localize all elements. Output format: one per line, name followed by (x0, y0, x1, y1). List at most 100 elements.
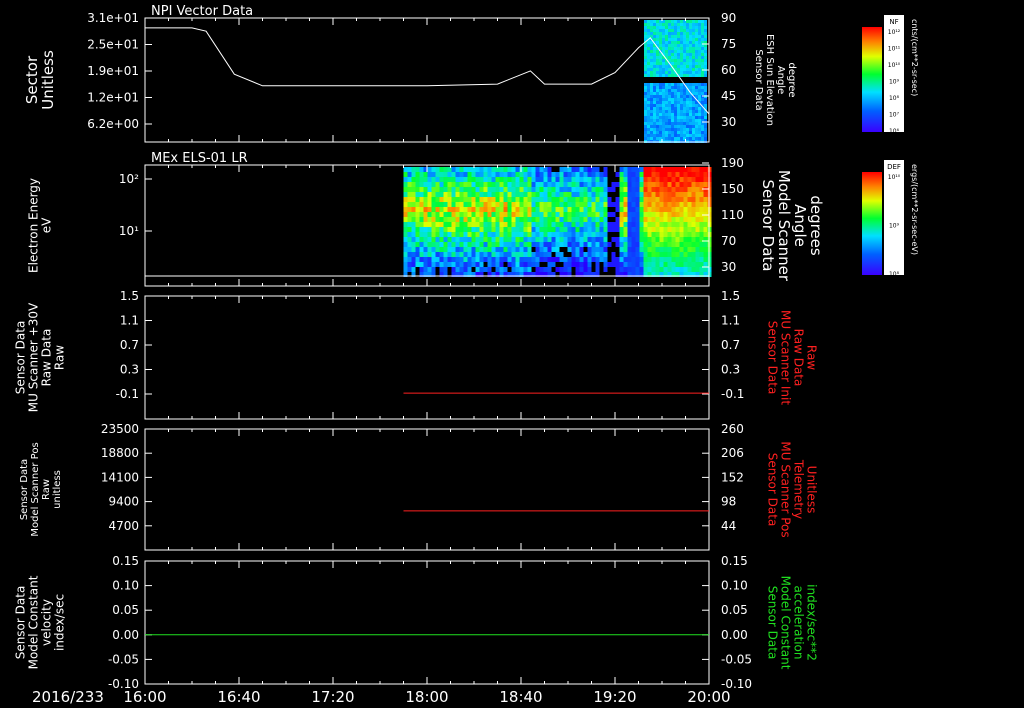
spectrogram-cell (471, 177, 476, 182)
spectrogram-cell (467, 212, 472, 217)
inset-cell (653, 50, 656, 53)
spectrogram-cell (671, 177, 676, 182)
spectrogram-cell (671, 182, 676, 187)
spectrogram-cell (471, 207, 476, 212)
inset-cell (662, 101, 665, 104)
inset-cell (695, 74, 698, 77)
spectrogram-cell (687, 257, 692, 262)
spectrogram-cell (683, 172, 688, 177)
inset-cell (671, 122, 674, 125)
spectrogram-cell (619, 227, 624, 232)
spectrogram-cell (699, 177, 704, 182)
spectrogram-cell (427, 202, 432, 207)
inset-cell (686, 50, 689, 53)
inset-cell (674, 125, 677, 128)
spectrogram-cell (663, 227, 668, 232)
inset-cell (656, 74, 659, 77)
inset-cell (695, 35, 698, 38)
spectrogram-cell (575, 212, 580, 217)
spectrogram-cell (427, 227, 432, 232)
spectrogram-cell (551, 177, 556, 182)
spectrogram-cell (651, 222, 656, 227)
spectrogram-cell (455, 187, 460, 192)
spectrogram-cell (663, 262, 668, 267)
inset-cell (659, 134, 662, 137)
spectrogram-cell (687, 232, 692, 237)
spectrogram-cell (655, 222, 660, 227)
spectrogram-cell (511, 177, 516, 182)
inset-cell (671, 131, 674, 134)
inset-cell (683, 122, 686, 125)
inset-cell (695, 26, 698, 29)
spectrogram-cell (643, 262, 648, 267)
inset-cell (668, 92, 671, 95)
spectrogram-cell (515, 242, 520, 247)
spectrogram-cell (539, 252, 544, 257)
inset-cell (653, 89, 656, 92)
inset-cell (674, 56, 677, 59)
spectrogram-cell (563, 197, 568, 202)
inset-cell (644, 89, 647, 92)
spectrogram-cell (487, 222, 492, 227)
inset-cell (653, 113, 656, 116)
inset-cell (671, 110, 674, 113)
spectrogram-cell (567, 192, 572, 197)
spectrogram-cell (487, 232, 492, 237)
spectrogram-cell (579, 267, 584, 272)
spectrogram-cell (435, 227, 440, 232)
inset-cell (668, 35, 671, 38)
right-label-line: Sensor Data (766, 586, 780, 660)
inset-cell (662, 71, 665, 74)
spectrogram-cell (603, 192, 608, 197)
spectrogram-cell (647, 177, 652, 182)
inset-cell (683, 29, 686, 32)
spectrogram-cell (435, 192, 440, 197)
inset-cell (674, 101, 677, 104)
spectrogram-cell (631, 247, 636, 252)
spectrogram-cell (483, 237, 488, 242)
spectrogram-cell (607, 197, 612, 202)
spectrogram-cell (651, 207, 656, 212)
inset-cell (695, 44, 698, 47)
spectrogram-cell (675, 262, 680, 267)
inset-cell (674, 44, 677, 47)
spectrogram-cell (491, 242, 496, 247)
inset-cell (686, 38, 689, 41)
inset-cell (686, 92, 689, 95)
spectrogram-cell (659, 227, 664, 232)
spectrogram-cell (411, 232, 416, 237)
spectrogram-cell (683, 202, 688, 207)
inset-cell (674, 59, 677, 62)
inset-cell (695, 53, 698, 56)
spectrogram-cell (471, 187, 476, 192)
inset-cell (680, 125, 683, 128)
inset-cell (653, 38, 656, 41)
spectrogram-cell (623, 197, 628, 202)
spectrogram-cell (527, 262, 532, 267)
spectrogram-cell (499, 212, 504, 217)
y-tick-label: 10² (119, 172, 139, 186)
spectrogram-cell (431, 197, 436, 202)
inset-cell (674, 98, 677, 101)
inset-cell (650, 137, 653, 140)
inset-cell (680, 38, 683, 41)
spectrogram-cell (443, 177, 448, 182)
inset-cell (677, 68, 680, 71)
spectrogram-cell (583, 227, 588, 232)
inset-cell (677, 44, 680, 47)
spectrogram-cell (475, 187, 480, 192)
inset-cell (659, 26, 662, 29)
spectrogram-cell (531, 187, 536, 192)
inset-cell (647, 134, 650, 137)
inset-cell (653, 101, 656, 104)
spectrogram-cell (627, 177, 632, 182)
spectrogram-cell (427, 172, 432, 177)
spectrogram-cell (435, 202, 440, 207)
spectrogram-cell (567, 262, 572, 267)
spectrogram-cell (523, 217, 528, 222)
spectrogram-cell (435, 212, 440, 217)
spectrogram-cell (615, 262, 620, 267)
inset-cell (692, 29, 695, 32)
spectrogram-cell (651, 202, 656, 207)
spectrogram-cell (495, 232, 500, 237)
